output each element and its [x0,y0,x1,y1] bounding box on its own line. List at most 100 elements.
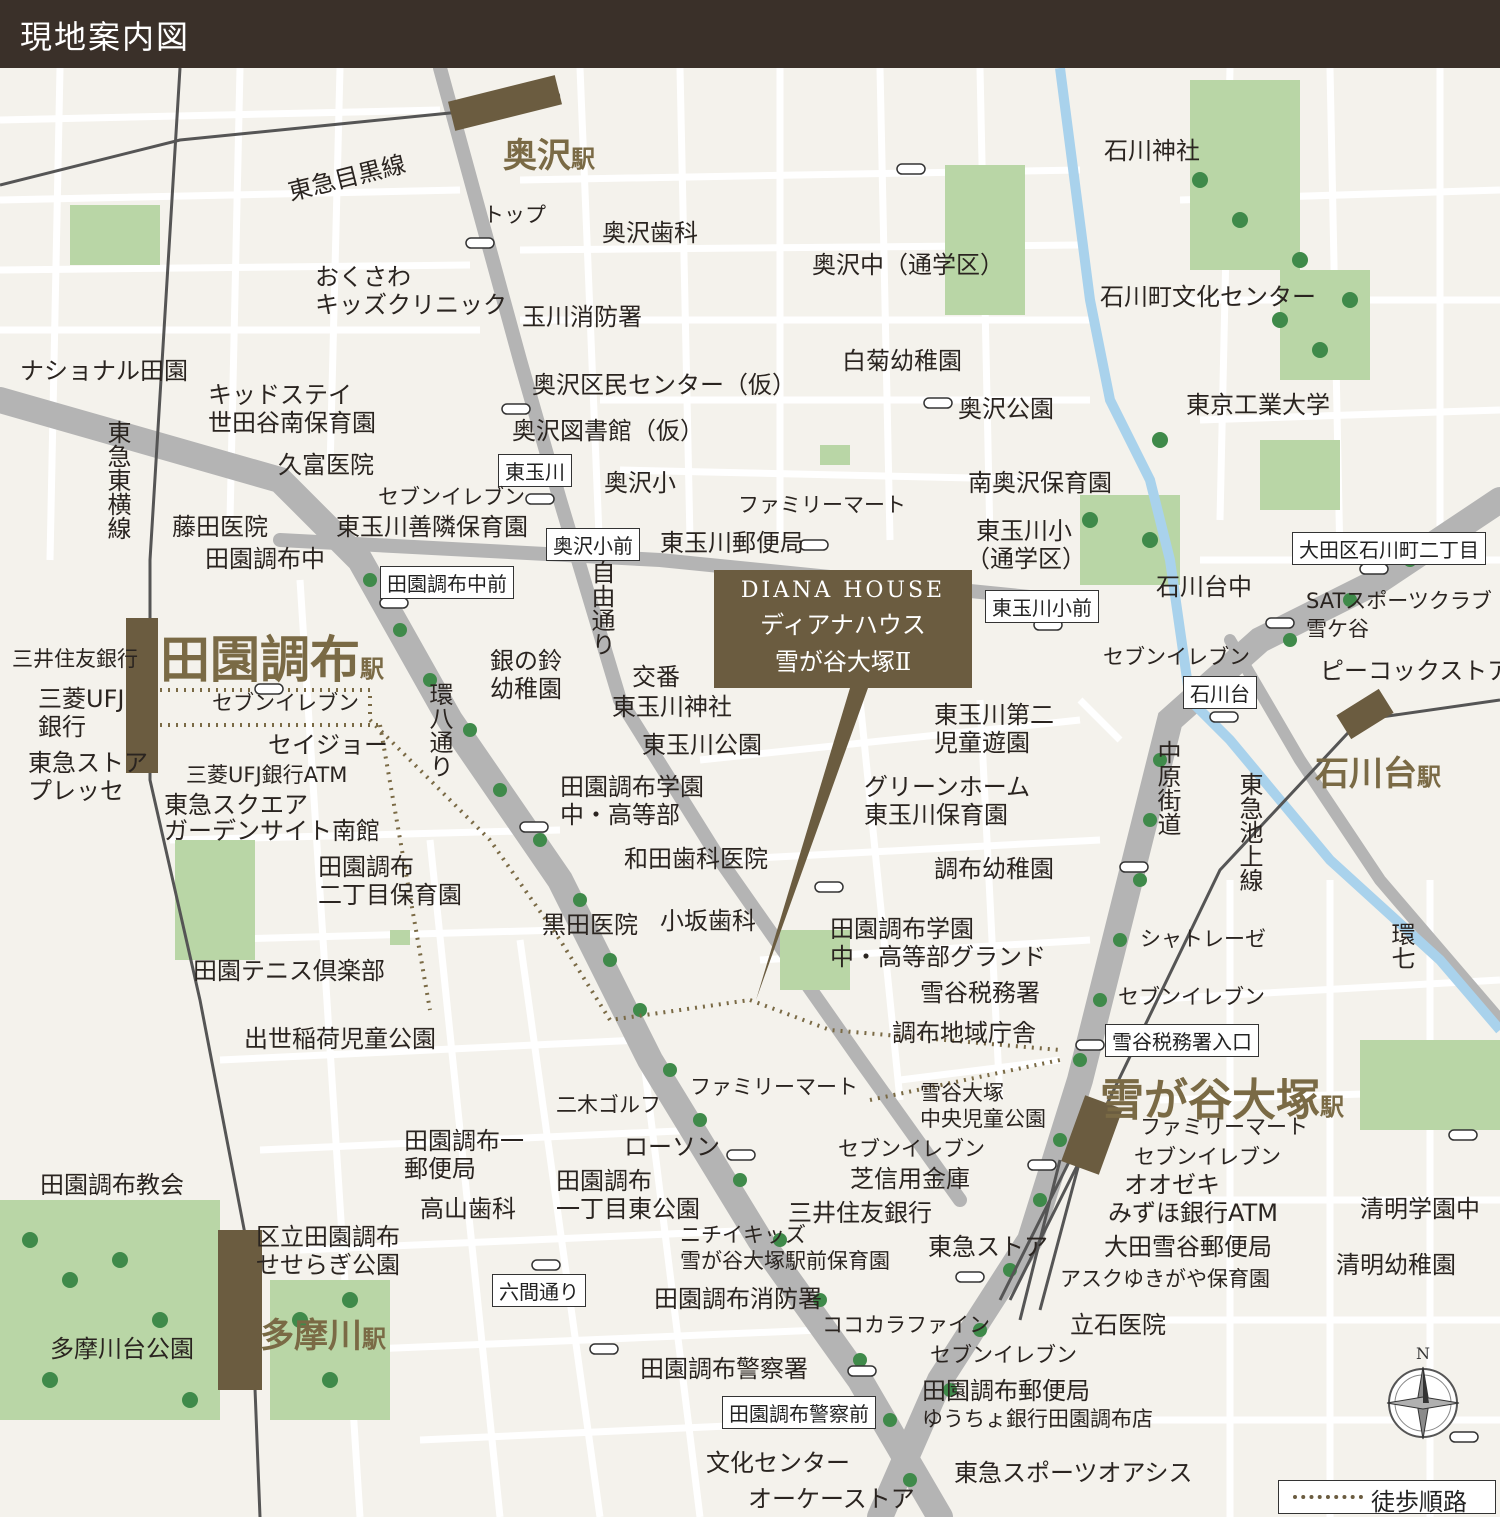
bus-stop-okusawa-sho-mae[interactable]: 奥沢小前 [546,528,640,561]
label-ishikawacho-bunka: 石川町文化センター [1100,283,1316,311]
label-mizuho: みずほ銀行ATM [1108,1199,1278,1227]
label-cocokara: ココカラファイン [822,1313,990,1337]
label-seven-7: セブンイレブン [930,1343,1077,1367]
label-denen-post-2: ゆうちょ銀行田園調布店 [922,1407,1153,1431]
bus-stop-rokken-dori[interactable]: 六間通り [492,1274,586,1307]
label-seimei-chu: 清明学園中 [1360,1195,1480,1223]
bus-stop-higashitamagawa[interactable]: 東玉川 [498,454,572,487]
label-seseragi-2: せせらぎ公園 [256,1251,400,1279]
label-denen-gakuen-2: 中・高等部 [560,801,680,829]
label-seijo: セイジョー [268,731,388,759]
label-denen-post1-2: 郵便局 [404,1155,476,1183]
label-mufj-2: 銀行 [38,713,86,741]
label-kosaka: 小坂歯科 [660,907,756,935]
label-wada: 和田歯科医院 [624,845,768,873]
label-denen-police: 田園調布警察署 [640,1355,808,1383]
label-higashitamagawa-jinja: 東玉川神社 [612,693,732,721]
road-label-jiyu: 自由通り [587,560,615,656]
walk-route-swatch [1293,1495,1363,1499]
label-tokyu-store-presse-2: プレッセ [28,777,124,805]
label-denen-1chome-1: 田園調布 [556,1167,652,1195]
station-suffix: 駅 [362,1325,386,1353]
label-denen-church: 田園調布教会 [40,1171,184,1199]
label-tamagawadai-park: 多摩川台公園 [50,1335,194,1363]
label-denen-gakuen-1: 田園調布学園 [560,773,704,801]
label-kidstay-2: 世田谷南保育園 [208,409,376,437]
label-niki-golf: 二木ゴルフ [556,1093,661,1117]
road-label-nakahara: 中原街道 [1153,740,1181,836]
label-higashitamagawa-sho-1: 東玉川小 [976,517,1072,545]
road-label-kanpachi: 環八通り [425,682,453,778]
label-ishikawadai-chu: 石川台中 [1156,573,1252,601]
label-koban: 交番 [632,663,680,691]
line-label-toyoko: 東急東横線 [103,420,131,540]
station-name: 奥沢 [503,136,571,176]
label-okusawa-kumin: 奥沢区民センター（仮） [532,371,796,399]
label-top: トップ [483,203,546,227]
label-denen-fire: 田園調布消防署 [654,1285,822,1313]
label-seven-4: セブンイレブン [1118,985,1265,1009]
bus-stop-ishikawadai[interactable]: 石川台 [1183,676,1257,709]
label-tokodai: 東京工業大学 [1186,391,1330,419]
label-shusse-inari: 出世稲荷児童公園 [244,1025,436,1053]
label-shiragiku: 白菊幼稚園 [842,347,962,375]
label-higashitamagawa-2jido-1: 東玉川第二 [934,701,1054,729]
property-name-ja-sub: 雪が谷大塚Ⅱ [774,648,912,676]
label-minamiokusawa: 南奥沢保育園 [968,469,1112,497]
label-shibashin: 芝信用金庫 [850,1165,970,1193]
station-suffix: 駅 [360,655,384,683]
label-okazeki: オオゼキ [1124,1171,1220,1199]
label-okusawa-sho: 奥沢小 [604,469,676,497]
property-name-ja: ディアナハウス [760,611,926,639]
label-denen-1chome-2: 一丁目東公園 [556,1195,700,1223]
compass-icon: N [1386,1345,1460,1440]
label-kutomi: 久富医院 [278,451,374,479]
label-chateraise: シャトレーゼ [1140,927,1266,951]
label-denen-tennis: 田園テニス倶楽部 [193,957,385,985]
label-seven-1: セブンイレブン [378,485,525,509]
bus-stop-ishikawacho-2[interactable]: 大田区石川町二丁目 [1292,532,1486,565]
label-higashitamagawa-sho-2: （通学区） [966,545,1086,573]
station-name: 石川台 [1315,754,1417,794]
station-denenchofu[interactable]: 田園調布駅 [160,620,384,692]
label-denen-ground-2: 中・高等部グランド [830,943,1046,971]
station-suffix: 駅 [1417,763,1441,791]
label-seven-6: セブンイレブン [1134,1145,1281,1169]
station-tamagawa[interactable]: 多摩川駅 [260,1308,386,1357]
compass-north-label: N [1416,1345,1430,1363]
legend-walk-route: 徒歩順路 [1371,1488,1467,1516]
label-okusawa-lib: 奥沢図書館（仮） [512,417,704,445]
label-chofu-chiiki: 調布地域庁舎 [892,1019,1036,1047]
label-bunka-center: 文化センター [706,1449,850,1477]
station-okusawa[interactable]: 奥沢駅 [503,128,595,177]
label-familymart-1: ファミリーマート [738,493,906,517]
label-seven-2: セブンイレブン [1103,645,1250,669]
label-sat-2: 雪ケ谷 [1306,617,1369,641]
label-lawson: ローソン [624,1133,720,1161]
label-denen-post-1: 田園調布郵便局 [922,1377,1090,1405]
bus-stop-denen-police[interactable]: 田園調布警察前 [722,1396,876,1429]
label-higashitamagawa-post: 東玉川郵便局 [660,529,804,557]
label-okusawa-park: 奥沢公園 [958,395,1054,423]
bus-stop-higashitamagawa-sho-mae[interactable]: 東玉川小前 [985,590,1099,623]
road-label-kan7: 環七 [1387,922,1415,970]
line-label-ikegami: 東急池上線 [1235,772,1263,892]
label-higashitamagawa-2jido-2: 児童遊園 [934,729,1030,757]
station-ishikawadai[interactable]: 石川台駅 [1315,746,1441,795]
label-fujita: 藤田医院 [172,513,268,541]
page-title: 現地案内図 [20,18,191,56]
label-sat-1: SATスポーツクラブ [1306,589,1492,613]
label-tokyu-square-2: ガーデンサイト南館 [164,817,380,845]
property-callout[interactable]: DIANA HOUSE ディアナハウス 雪が谷大塚Ⅱ [714,570,972,688]
bus-stop-yukigaya-zeimu[interactable]: 雪谷税務署入口 [1105,1024,1259,1057]
label-peacock: ピーコックストア [1320,657,1500,685]
label-denen-2chome-1: 田園調布 [318,853,414,881]
label-seseragi-1: 区立田園調布 [256,1223,400,1251]
label-seven-5: セブンイレブン [838,1137,985,1161]
label-gin-no-suzu-1: 銀の鈴 [490,647,562,675]
label-greenhome-1: グリーンホーム [864,773,1031,801]
bus-stop-denen-chu-mae[interactable]: 田園調布中前 [380,566,514,599]
label-okusawa-kids-1: おくさわ [315,263,411,291]
label-tokyu-store-presse-1: 東急ストア [28,749,148,777]
label-greenhome-2: 東玉川保育園 [864,801,1008,829]
